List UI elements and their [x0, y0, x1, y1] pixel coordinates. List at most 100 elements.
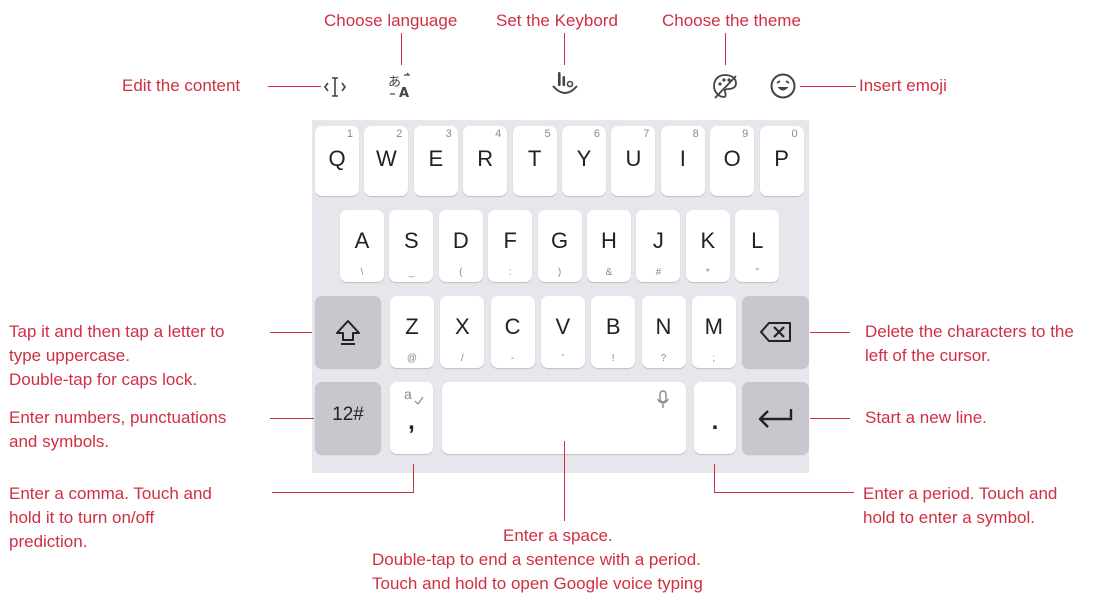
key-letter: Y: [576, 146, 592, 171]
key-q[interactable]: Q1: [315, 126, 359, 196]
key-letter: E: [428, 146, 444, 171]
keyboard: Q1W2E3R4T5Y6U7I8O9P0 A \ S _ D(F: G) H & J # K * L " …: [312, 120, 809, 473]
newline-desc: Start a new line.: [865, 408, 987, 427]
key-h[interactable]: H &: [587, 210, 631, 282]
key-letter: A: [354, 228, 370, 253]
key-letter: M: [704, 314, 723, 339]
palette-icon[interactable]: [711, 72, 739, 100]
period-desc-line1: Enter a period. Touch and: [863, 484, 1058, 503]
comma-desc-line1: Enter a comma. Touch and: [9, 484, 212, 503]
key-g[interactable]: G): [537, 210, 582, 282]
key-letter: F: [503, 228, 517, 253]
keyboard-settings-icon[interactable]: [551, 70, 579, 100]
key-number-hint: 9: [742, 128, 749, 140]
key-number-hint: 7: [643, 128, 650, 140]
delete-leader: [810, 332, 850, 334]
shift-desc-line3: Double-tap for caps lock.: [9, 370, 198, 389]
key-t[interactable]: T5: [512, 126, 557, 196]
key-s[interactable]: S _: [389, 210, 434, 282]
shift-desc-line1: Tap it and then tap a letter to: [9, 322, 225, 341]
key-m[interactable]: M;: [691, 296, 736, 368]
key-symbol-hint: /: [460, 353, 464, 364]
key-d[interactable]: D(: [438, 210, 483, 282]
key-w[interactable]: W2: [364, 126, 409, 196]
key-letter: N: [655, 314, 672, 339]
comma-key[interactable]: a ,: [390, 382, 433, 454]
key-z[interactable]: Z @: [390, 296, 434, 368]
key-v[interactable]: V ': [540, 296, 585, 368]
key-number-hint: 8: [692, 128, 699, 140]
key-symbol-hint: ': [561, 353, 564, 364]
key-letter: C: [504, 314, 521, 339]
key-c[interactable]: C-: [490, 296, 535, 368]
key-e[interactable]: E3: [413, 126, 458, 196]
key-symbol-hint: !: [611, 353, 615, 364]
emoji-icon[interactable]: [768, 71, 798, 101]
key-r[interactable]: R4: [463, 126, 508, 196]
key-letter: L: [751, 228, 764, 253]
period-leader-vertical: [714, 464, 716, 493]
key-p[interactable]: P0: [759, 126, 804, 196]
comma-desc-line3: prediction.: [9, 532, 88, 551]
newline-leader: [810, 418, 850, 420]
period-key-label: .: [711, 408, 719, 435]
numbers-desc-line1: Enter numbers, punctuations: [9, 408, 227, 427]
edit-content-label: Edit the content: [122, 76, 241, 95]
numbers-key-label: 12#: [332, 404, 364, 425]
microphone-icon: [656, 390, 670, 408]
set-keyboard-leader: [564, 33, 566, 65]
key-x[interactable]: X /: [440, 296, 485, 368]
choose-language-label: Choose language: [324, 11, 458, 30]
key-letter: D: [452, 228, 469, 253]
shift-key[interactable]: [315, 296, 381, 368]
shift-icon: [336, 320, 360, 345]
key-o[interactable]: O9: [710, 126, 755, 196]
choose-language-leader: [401, 33, 403, 65]
choose-theme-leader: [725, 33, 727, 65]
space-desc-line1: Enter a space.: [503, 526, 613, 545]
key-y[interactable]: Y6: [562, 126, 606, 196]
key-f[interactable]: F:: [488, 210, 533, 282]
key-n[interactable]: N?: [641, 296, 686, 368]
key-number-hint: 0: [791, 128, 798, 140]
key-u[interactable]: U7: [611, 126, 656, 196]
key-b[interactable]: B!: [591, 296, 636, 368]
key-symbol-hint: :: [508, 267, 512, 278]
comma-leader-horizontal: [272, 492, 414, 494]
key-symbol-hint: _: [408, 267, 415, 278]
key-letter: R: [477, 146, 494, 171]
key-number-hint: 1: [346, 128, 353, 140]
comma-desc-line2: hold it to turn on/off: [9, 508, 155, 527]
key-symbol-hint: @: [406, 353, 418, 364]
numbers-symbols-key[interactable]: 12#: [315, 382, 381, 454]
numbers-desc-line2: and symbols.: [9, 432, 110, 451]
key-a[interactable]: A \: [340, 210, 384, 282]
key-letter: W: [376, 146, 397, 171]
key-symbol-hint: (: [459, 267, 463, 278]
period-leader-horizontal: [714, 492, 854, 494]
key-letter: K: [700, 228, 716, 253]
numbers-leader: [270, 418, 314, 420]
translate-icon[interactable]: あ A: [386, 72, 414, 100]
key-letter: J: [652, 228, 664, 253]
key-k[interactable]: K *: [685, 210, 730, 282]
key-symbol-hint: ;: [712, 353, 716, 364]
comma-leader-vertical: [413, 464, 415, 493]
insert-emoji-leader: [800, 86, 856, 88]
enter-key[interactable]: [742, 382, 809, 454]
edit-content-leader: [268, 86, 321, 88]
period-key[interactable]: .: [694, 382, 736, 454]
backspace-key[interactable]: [742, 296, 809, 368]
key-letter: I: [679, 146, 686, 171]
key-i[interactable]: I8: [660, 126, 705, 196]
cursor-edit-icon[interactable]: [322, 74, 348, 100]
key-symbol-hint: *: [705, 267, 710, 278]
shift-desc-line2: type uppercase.: [9, 346, 130, 365]
comma-key-label: ,: [408, 408, 415, 435]
key-l[interactable]: L ": [735, 210, 780, 282]
key-letter: T: [527, 146, 542, 171]
period-desc-line2: hold to enter a symbol.: [863, 508, 1035, 527]
key-symbol-hint: #: [655, 267, 662, 278]
key-j[interactable]: J #: [636, 210, 681, 282]
key-symbol-hint: ?: [660, 353, 667, 364]
